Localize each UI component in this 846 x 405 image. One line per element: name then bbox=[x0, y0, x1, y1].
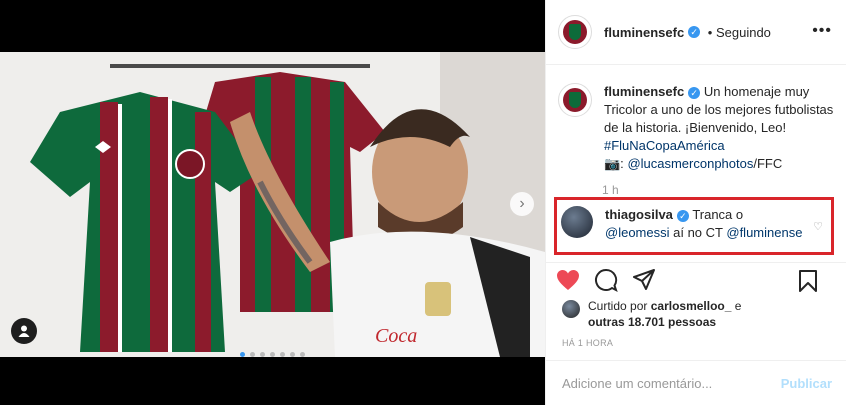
carousel-indicator bbox=[240, 352, 305, 357]
liker-username[interactable]: carlosmelloo_ bbox=[651, 299, 732, 313]
post-sidebar: fluminensefc ✓ • Seguindo ••• fluminense… bbox=[545, 0, 846, 405]
user-icon bbox=[18, 325, 30, 337]
likes-suffix-a: e bbox=[734, 299, 742, 313]
heart-filled-icon bbox=[557, 269, 579, 290]
carousel-dot bbox=[250, 352, 255, 357]
caption-credit-link[interactable]: @lucasmerconphotos bbox=[627, 156, 753, 171]
comment-highlighted: thiagosilva ✓ Tranca o @leomessi aí no CT… bbox=[554, 197, 834, 255]
post-actions bbox=[546, 262, 846, 296]
comment-button[interactable] bbox=[594, 268, 618, 292]
carousel-dot bbox=[270, 352, 275, 357]
tagged-users-button[interactable] bbox=[11, 318, 37, 344]
save-button[interactable] bbox=[796, 269, 820, 293]
carousel-dot bbox=[240, 352, 245, 357]
comment-username[interactable]: thiagosilva bbox=[605, 207, 673, 222]
follow-status-label: Seguindo bbox=[715, 24, 771, 40]
paper-plane-icon bbox=[633, 268, 655, 290]
likes-prefix: Curtido por bbox=[588, 299, 648, 313]
comment-input[interactable] bbox=[560, 374, 781, 392]
caption-time: 1 h bbox=[602, 183, 619, 197]
comment-text-2: aí no CT bbox=[673, 225, 723, 240]
publish-button[interactable]: Publicar bbox=[781, 376, 832, 391]
likes-count[interactable]: outras 18.701 pessoas bbox=[588, 315, 716, 329]
likes-summary: Curtido por carlosmelloo_ e outras 18.70… bbox=[562, 298, 741, 330]
account-avatar[interactable] bbox=[558, 15, 592, 49]
comment-mention-fluminense[interactable]: @fluminense bbox=[726, 225, 802, 240]
commenter-avatar[interactable] bbox=[561, 206, 593, 238]
more-options-icon[interactable]: ••• bbox=[812, 22, 832, 40]
verified-badge-icon: ✓ bbox=[676, 209, 689, 222]
caption-credit-suffix: /FFC bbox=[753, 156, 783, 171]
post-timestamp: HÁ 1 HORA bbox=[562, 338, 614, 348]
svg-text:Coca: Coca bbox=[375, 325, 417, 347]
carousel-dot bbox=[290, 352, 295, 357]
add-comment-bar: Publicar bbox=[546, 360, 846, 405]
bookmark-icon bbox=[799, 270, 817, 292]
next-slide-button[interactable]: › bbox=[510, 192, 534, 216]
camera-icon: 📷: bbox=[604, 156, 624, 171]
verified-badge-icon: ✓ bbox=[688, 26, 701, 38]
carousel-dot bbox=[280, 352, 285, 357]
speech-bubble-icon bbox=[595, 268, 618, 292]
carousel-dot bbox=[260, 352, 265, 357]
comment-like-icon[interactable]: ♡ bbox=[813, 220, 823, 233]
comment-text: Tranca o bbox=[692, 207, 744, 222]
post-media: Coca › bbox=[0, 0, 545, 405]
post-header: fluminensefc ✓ • Seguindo ••• bbox=[546, 0, 846, 65]
follow-status[interactable]: • Seguindo bbox=[704, 25, 771, 40]
share-button[interactable] bbox=[632, 268, 656, 292]
photo-illustration: Coca bbox=[0, 52, 545, 357]
post-photo: Coca bbox=[0, 52, 545, 357]
comment-mention-leomessi[interactable]: @leomessi bbox=[605, 225, 670, 240]
liker-avatar[interactable] bbox=[562, 300, 580, 318]
caption-hashtag[interactable]: #FluNaCopaAmérica bbox=[604, 138, 725, 153]
verified-badge-icon: ✓ bbox=[688, 86, 701, 99]
account-username[interactable]: fluminensefc bbox=[604, 25, 684, 40]
carousel-dot bbox=[300, 352, 305, 357]
caption-avatar[interactable] bbox=[558, 83, 592, 117]
chevron-right-icon: › bbox=[519, 195, 525, 212]
caption-username[interactable]: fluminensefc bbox=[604, 84, 684, 99]
like-button[interactable] bbox=[556, 268, 580, 292]
post-caption: fluminensefc ✓ Un homenaje muy Tricolor a… bbox=[546, 65, 846, 173]
